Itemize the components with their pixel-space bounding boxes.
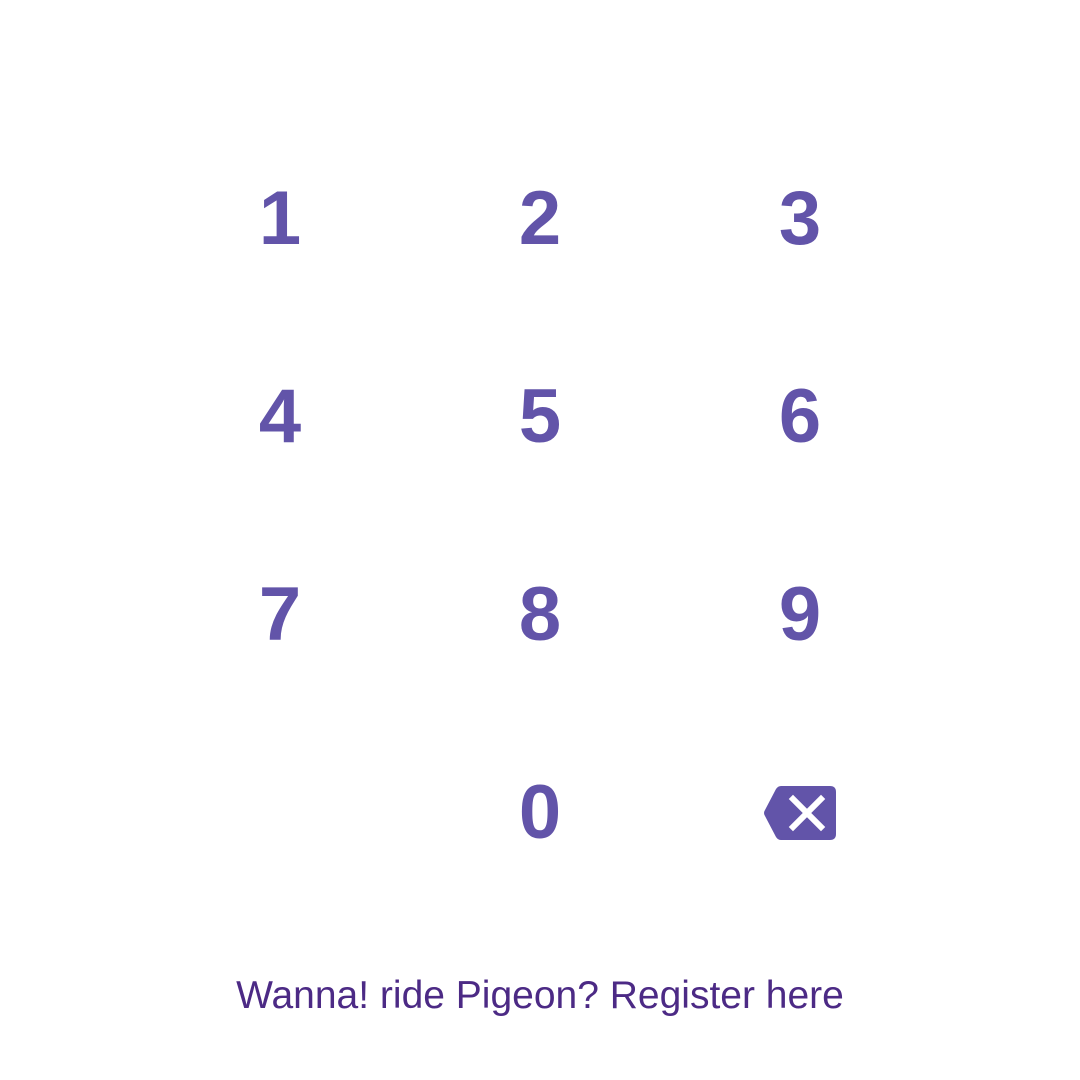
key-9[interactable]: 9 [670, 516, 930, 714]
pin-entry-screen: 1 2 3 4 5 6 7 8 9 0 Wanna! ride Pigeon? … [0, 0, 1080, 1080]
key-5-label: 5 [518, 374, 562, 459]
key-8[interactable]: 8 [410, 516, 670, 714]
key-8-label: 8 [518, 572, 562, 657]
key-6[interactable]: 6 [670, 318, 930, 516]
key-0-label: 0 [518, 770, 562, 855]
numeric-keypad: 1 2 3 4 5 6 7 8 9 0 [150, 120, 930, 912]
key-4[interactable]: 4 [150, 318, 410, 516]
key-2-label: 2 [518, 176, 562, 261]
empty-key-slot [150, 714, 410, 912]
key-7-label: 7 [258, 572, 302, 657]
key-3[interactable]: 3 [670, 120, 930, 318]
key-9-label: 9 [778, 572, 822, 657]
key-2[interactable]: 2 [410, 120, 670, 318]
register-link[interactable]: Wanna! ride Pigeon? Register here [0, 966, 1080, 1026]
key-3-label: 3 [778, 176, 822, 261]
key-5[interactable]: 5 [410, 318, 670, 516]
key-6-label: 6 [778, 374, 822, 459]
key-7[interactable]: 7 [150, 516, 410, 714]
key-1[interactable]: 1 [150, 120, 410, 318]
key-4-label: 4 [258, 374, 302, 459]
key-0[interactable]: 0 [410, 714, 670, 912]
backspace-button[interactable] [670, 714, 930, 912]
key-1-label: 1 [258, 176, 302, 261]
backspace-icon [764, 786, 836, 840]
